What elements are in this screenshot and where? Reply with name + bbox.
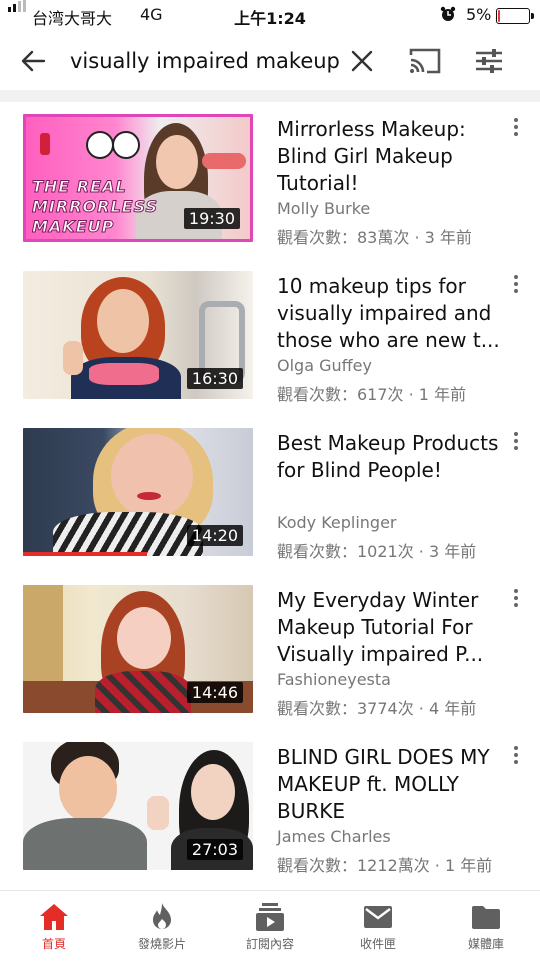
video-duration: 19:30 bbox=[183, 208, 240, 229]
battery-icon bbox=[496, 8, 534, 24]
video-result[interactable]: THE REAL MIRRORLESS MAKEUP 19:30 Mirrorl… bbox=[0, 102, 540, 247]
thumbnail-text: MAKEUP bbox=[31, 217, 115, 237]
video-title[interactable]: 10 makeup tips for visually impaired and… bbox=[277, 273, 507, 354]
video-title[interactable]: Mirrorless Makeup: Blind Girl Makeup Tut… bbox=[277, 116, 507, 197]
results-list: THE REAL MIRRORLESS MAKEUP 19:30 Mirrorl… bbox=[0, 102, 540, 890]
video-meta: 觀看次數：1021次 · 3 年前 bbox=[277, 542, 477, 561]
video-thumbnail[interactable]: 27:03 bbox=[23, 742, 253, 870]
video-duration: 16:30 bbox=[186, 368, 243, 389]
alarm-icon bbox=[440, 6, 456, 26]
nav-label: 首頁 bbox=[41, 937, 66, 951]
nav-label: 媒體庫 bbox=[467, 937, 504, 951]
filter-icon[interactable] bbox=[474, 46, 504, 80]
nav-label: 收件匣 bbox=[359, 937, 396, 951]
video-result[interactable]: 16:30 10 makeup tips for visually impair… bbox=[0, 259, 540, 404]
nav-label: 訂閱內容 bbox=[245, 937, 294, 951]
nav-home[interactable]: 首頁 bbox=[0, 891, 108, 961]
video-duration: 27:03 bbox=[186, 839, 243, 860]
channel-name: Olga Guffey bbox=[277, 356, 372, 375]
more-options-icon[interactable] bbox=[509, 746, 523, 768]
video-thumbnail[interactable]: 16:30 bbox=[23, 271, 253, 399]
video-result[interactable]: 14:46 My Everyday Winter Makeup Tutorial… bbox=[0, 573, 540, 718]
video-duration: 14:20 bbox=[186, 525, 243, 546]
nav-label: 發燒影片 bbox=[137, 937, 186, 951]
video-meta: 觀看次數：3774次 · 4 年前 bbox=[277, 699, 477, 718]
search-bar: visually impaired makeup bbox=[0, 32, 540, 90]
thumbnail-text: MIRRORLESS bbox=[31, 197, 159, 217]
battery-percent: 5% bbox=[466, 5, 492, 24]
back-arrow-icon[interactable] bbox=[20, 48, 46, 78]
more-options-icon[interactable] bbox=[509, 275, 523, 297]
search-query[interactable]: visually impaired makeup bbox=[70, 49, 340, 73]
video-meta: 觀看次數：83萬次 · 3 年前 bbox=[277, 228, 472, 247]
thumbnail-text: THE REAL bbox=[32, 177, 127, 197]
channel-name: Kody Keplinger bbox=[277, 513, 397, 532]
video-title[interactable]: Best Makeup Products for Blind People! bbox=[277, 430, 507, 484]
watch-progress-bar bbox=[23, 552, 148, 556]
video-title[interactable]: My Everyday Winter Makeup Tutorial For V… bbox=[277, 587, 507, 668]
nav-inbox[interactable]: 收件匣 bbox=[324, 891, 432, 961]
more-options-icon[interactable] bbox=[509, 118, 523, 140]
nav-trending[interactable]: 發燒影片 bbox=[108, 891, 216, 961]
video-thumbnail[interactable]: 14:20 bbox=[23, 428, 253, 556]
clear-icon[interactable] bbox=[350, 49, 374, 77]
channel-name: Molly Burke bbox=[277, 199, 371, 218]
video-meta: 觀看次數：617次 · 1 年前 bbox=[277, 385, 467, 404]
channel-name: Fashioneyesta bbox=[277, 670, 391, 689]
channel-name: James Charles bbox=[277, 827, 391, 846]
video-duration: 14:46 bbox=[186, 682, 243, 703]
cast-icon[interactable] bbox=[408, 46, 442, 80]
video-result[interactable]: 14:20 Best Makeup Products for Blind Peo… bbox=[0, 416, 540, 561]
status-bar: 台湾大哥大 4G 上午1:24 5% bbox=[0, 0, 540, 32]
more-options-icon[interactable] bbox=[509, 589, 523, 611]
video-title[interactable]: BLIND GIRL DOES MY MAKEUP ft. MOLLY BURK… bbox=[277, 744, 507, 825]
video-result[interactable]: 27:03 BLIND GIRL DOES MY MAKEUP ft. MOLL… bbox=[0, 730, 540, 875]
video-thumbnail[interactable]: THE REAL MIRRORLESS MAKEUP 19:30 bbox=[23, 114, 253, 242]
video-meta: 觀看次數：1212萬次 · 1 年前 bbox=[277, 856, 493, 875]
clock: 上午1:24 bbox=[234, 9, 306, 28]
bottom-navigation: 首頁 發燒影片 訂閱內容 收件匣 媒體庫 bbox=[0, 890, 540, 961]
more-options-icon[interactable] bbox=[509, 432, 523, 454]
nav-subscriptions[interactable]: 訂閱內容 bbox=[216, 891, 324, 961]
search-divider bbox=[0, 90, 540, 102]
nav-library[interactable]: 媒體庫 bbox=[432, 891, 540, 961]
video-thumbnail[interactable]: 14:46 bbox=[23, 585, 253, 713]
